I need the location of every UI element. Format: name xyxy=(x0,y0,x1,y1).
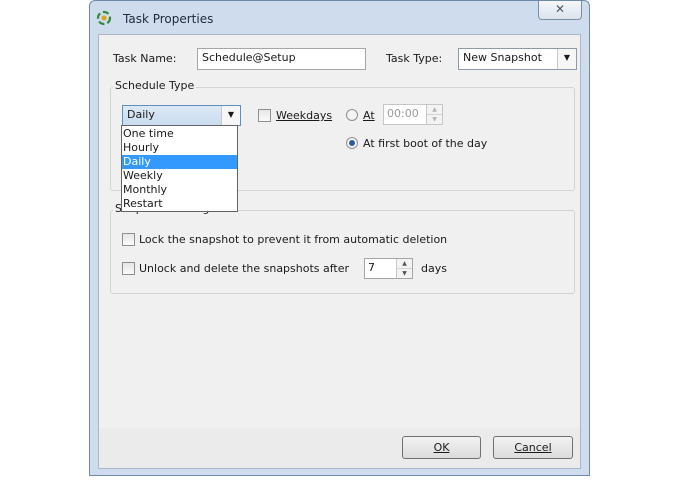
dialog-footer: OK Cancel xyxy=(99,428,580,468)
schedule-option-one-time[interactable]: One time xyxy=(122,127,237,141)
at-time-spinner[interactable]: ▲ ▼ xyxy=(426,105,442,124)
app-icon xyxy=(96,10,112,26)
task-name-label: Task Name: xyxy=(113,52,177,65)
spin-up-icon[interactable]: ▲ xyxy=(427,105,442,115)
schedule-option-monthly[interactable]: Monthly xyxy=(122,183,237,197)
title-bar[interactable]: Task Properties ✕ xyxy=(90,1,589,35)
ok-button[interactable]: OK xyxy=(402,436,481,459)
schedule-option-weekly[interactable]: Weekly xyxy=(122,169,237,183)
schedule-type-dropdown-list: One time Hourly Daily Weekly Monthly Res… xyxy=(121,125,238,212)
ok-button-label: OK xyxy=(433,441,450,454)
days-label: days xyxy=(421,262,447,275)
days-spinner[interactable]: ▲ ▼ xyxy=(396,259,412,278)
window-title: Task Properties xyxy=(123,12,214,26)
at-time-value: 00:00 xyxy=(387,107,419,120)
lock-snapshot-checkbox[interactable] xyxy=(122,233,135,246)
task-name-input[interactable]: Schedule@Setup xyxy=(197,48,366,70)
task-properties-window: Task Properties ✕ Task Name: Schedule@Se… xyxy=(89,0,590,476)
unlock-delete-label: Unlock and delete the snapshots after xyxy=(139,262,350,275)
schedule-type-label: Schedule Type xyxy=(113,79,197,92)
lock-snapshot-label: Lock the snapshot to prevent it from aut… xyxy=(139,233,448,246)
chevron-down-icon[interactable]: ▼ xyxy=(557,49,576,69)
task-name-value: Schedule@Setup xyxy=(202,51,296,64)
first-boot-label: At first boot of the day xyxy=(363,137,488,150)
schedule-option-restart[interactable]: Restart xyxy=(122,197,237,211)
task-type-value: New Snapshot xyxy=(463,51,542,64)
spin-down-icon[interactable]: ▼ xyxy=(397,269,412,279)
schedule-option-hourly[interactable]: Hourly xyxy=(122,141,237,155)
at-time-label: At xyxy=(363,109,375,122)
at-time-radio[interactable] xyxy=(346,109,358,121)
snapshot-settings-group xyxy=(110,210,575,294)
spin-up-icon[interactable]: ▲ xyxy=(397,259,412,269)
close-icon: ✕ xyxy=(554,2,566,16)
days-value: 7 xyxy=(368,261,375,274)
dialog-client-area: Task Name: Schedule@Setup Task Type: New… xyxy=(98,34,581,469)
close-button[interactable]: ✕ xyxy=(538,1,582,20)
schedule-type-select[interactable]: Daily ▼ xyxy=(122,105,241,126)
schedule-type-value: Daily xyxy=(127,108,155,121)
schedule-option-daily[interactable]: Daily xyxy=(122,155,237,169)
task-type-select[interactable]: New Snapshot ▼ xyxy=(458,48,577,70)
chevron-down-icon[interactable]: ▼ xyxy=(221,106,240,125)
cancel-button-label: Cancel xyxy=(514,441,552,454)
spin-down-icon[interactable]: ▼ xyxy=(427,115,442,125)
cancel-button[interactable]: Cancel xyxy=(493,436,573,459)
unlock-delete-checkbox[interactable] xyxy=(122,262,135,275)
weekdays-label: Weekdays xyxy=(276,109,333,122)
at-time-input[interactable]: 00:00 ▲ ▼ xyxy=(383,104,443,125)
days-input[interactable]: 7 ▲ ▼ xyxy=(364,258,413,279)
task-type-label: Task Type: xyxy=(386,52,443,65)
weekdays-checkbox[interactable] xyxy=(258,109,271,122)
first-boot-radio[interactable] xyxy=(346,137,358,149)
